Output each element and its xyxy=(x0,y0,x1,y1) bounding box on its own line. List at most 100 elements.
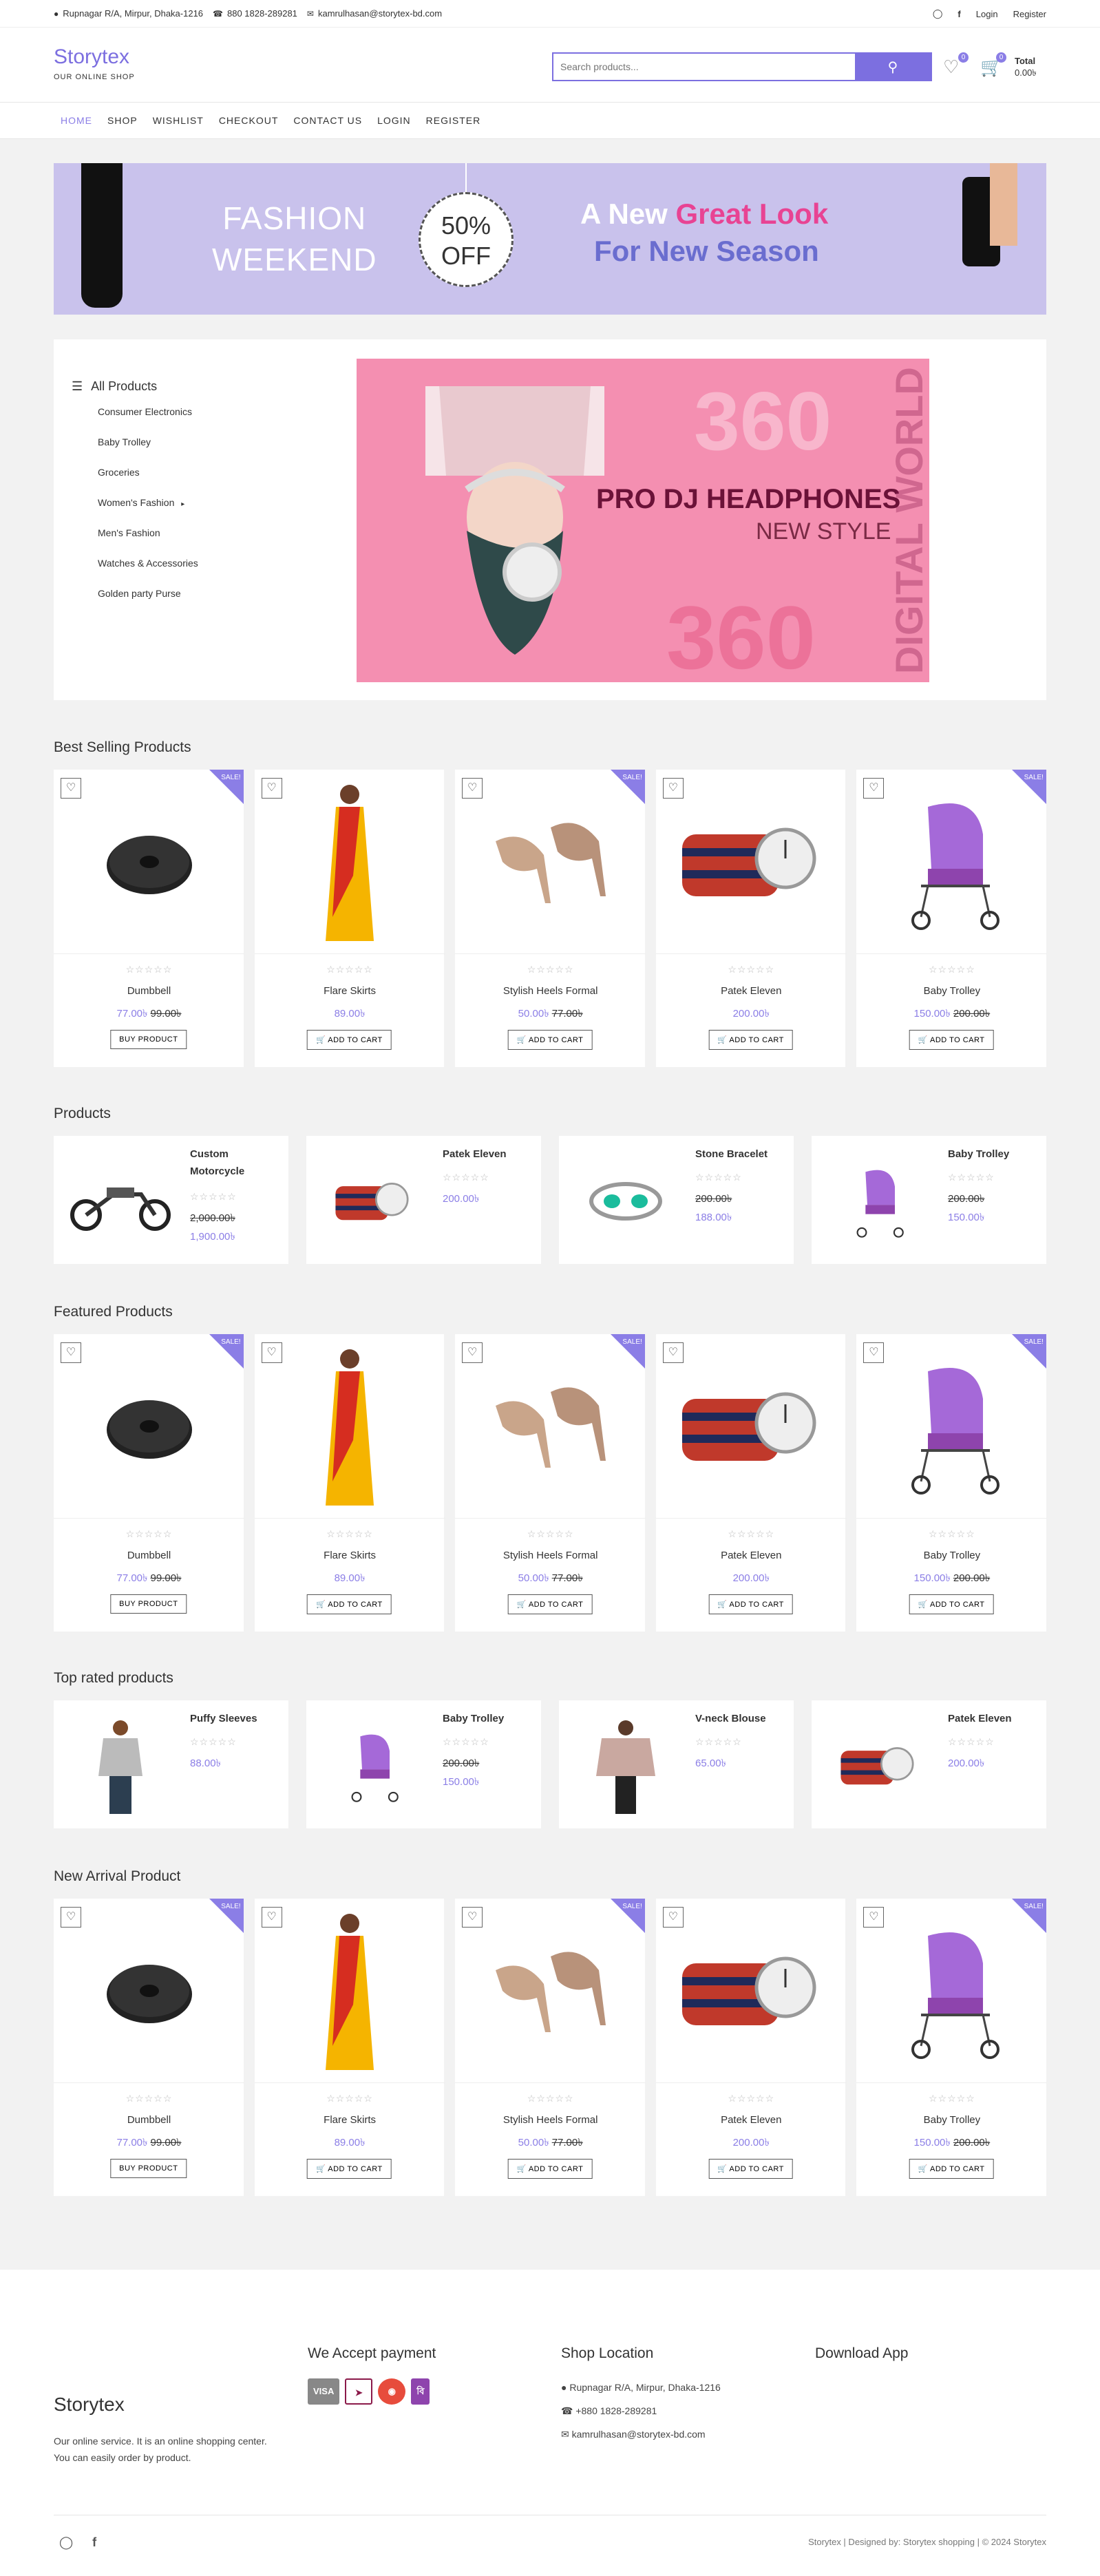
product-card[interactable]: ♡ SALE! ☆☆☆☆☆ Baby Trolley 150.00৳ 200.00৳ 🛒 A… xyxy=(856,770,1048,1067)
product-card[interactable]: ♡ SALE! ☆☆☆☆☆ Dumbbell 77.00৳ 99.00৳ BUY PRODU… xyxy=(54,1334,244,1632)
product-list-card[interactable]: Patek Eleven ☆☆☆☆☆ 200.00৳ xyxy=(812,1700,1046,1828)
wishlist-heart-icon[interactable]: ♡ xyxy=(863,1907,885,1928)
product-name[interactable]: Baby Trolley xyxy=(856,1550,1047,1561)
product-name[interactable]: Dumbbell xyxy=(54,985,244,997)
wishlist-heart-icon[interactable]: ♡ xyxy=(61,1342,81,1363)
product-name[interactable]: Patek Eleven xyxy=(443,1146,532,1163)
search-button[interactable]: ⚲ xyxy=(855,54,931,80)
product-name[interactable]: Stylish Heels Formal xyxy=(455,2114,646,2126)
product-card[interactable]: ♡ SALE! ☆☆☆☆☆ Baby Trolley 150.00৳ 200.00৳ 🛒 A… xyxy=(856,1334,1048,1632)
product-card[interactable]: ♡ SALE! ☆☆☆☆☆ Baby Trolley 150.00৳ 200.00৳ 🛒 A… xyxy=(856,1899,1048,2196)
product-name[interactable]: Patek Eleven xyxy=(656,985,847,997)
category-item[interactable]: Men's Fashion xyxy=(72,527,198,558)
product-thumbnail[interactable] xyxy=(62,1150,179,1253)
product-list-card[interactable]: Patek Eleven ☆☆☆☆☆ 200.00৳ xyxy=(306,1136,541,1264)
add-to-cart-button[interactable]: 🛒 ADD TO CART xyxy=(708,1594,793,1614)
product-name[interactable]: Baby Trolley xyxy=(948,1146,1037,1163)
product-card[interactable]: ♡ ☆☆☆☆☆ Flare Skirts 89.00৳ 🛒 ADD TO CART xyxy=(254,1334,445,1632)
product-thumbnail[interactable] xyxy=(820,1714,937,1817)
product-thumbnail[interactable] xyxy=(567,1150,684,1253)
add-to-cart-button[interactable]: 🛒 ADD TO CART xyxy=(507,1594,593,1614)
product-thumbnail[interactable] xyxy=(62,1714,179,1817)
product-card[interactable]: ♡ SALE! ☆☆☆☆☆ Stylish Heels Formal 50.00৳ 77.… xyxy=(455,1334,646,1632)
product-name[interactable]: Stone Bracelet xyxy=(695,1146,785,1163)
product-card[interactable]: ♡ SALE! ☆☆☆☆☆ Dumbbell 77.00৳ 99.00৳ BUY PRODU… xyxy=(54,770,244,1067)
location-email[interactable]: ✉ kamrulhasan@storytex-bd.com xyxy=(561,2422,721,2446)
product-name[interactable]: Stylish Heels Formal xyxy=(455,1550,646,1561)
product-name[interactable]: Puffy Sleeves xyxy=(190,1710,279,1727)
nav-contact[interactable]: CONTACT US xyxy=(293,115,362,126)
product-name[interactable]: Baby Trolley xyxy=(856,985,1047,997)
wishlist-heart-icon[interactable]: ♡ xyxy=(462,1907,483,1928)
search-input[interactable] xyxy=(553,54,855,80)
category-item[interactable]: Consumer Electronics xyxy=(72,406,198,436)
add-to-cart-button[interactable]: 🛒 ADD TO CART xyxy=(507,1030,593,1050)
product-card[interactable]: ♡ ☆☆☆☆☆ Flare Skirts 89.00৳ 🛒 ADD TO CART xyxy=(254,1899,445,2196)
product-list-card[interactable]: Baby Trolley ☆☆☆☆☆ 200.00৳ 150.00৳ xyxy=(812,1136,1046,1264)
login-link[interactable]: Login xyxy=(976,9,998,19)
add-to-cart-button[interactable]: 🛒 ADD TO CART xyxy=(909,1030,994,1050)
nav-shop[interactable]: SHOP xyxy=(107,115,138,126)
product-name[interactable]: Flare Skirts xyxy=(255,1550,445,1561)
watch-image[interactable] xyxy=(655,770,847,954)
product-card[interactable]: ♡ SALE! ☆☆☆☆☆ Stylish Heels Formal 50.00৳ 77.… xyxy=(455,770,646,1067)
language-icon[interactable]: ◯ xyxy=(933,8,943,19)
facebook-icon[interactable]: f xyxy=(958,9,960,19)
add-to-cart-button[interactable]: 🛒 ADD TO CART xyxy=(507,2159,593,2179)
product-name[interactable]: Baby Trolley xyxy=(856,2114,1047,2126)
product-name[interactable]: Dumbbell xyxy=(54,2114,244,2126)
buy-product-button[interactable]: BUY PRODUCT xyxy=(110,2159,187,2178)
watch-image[interactable] xyxy=(655,1899,847,2083)
nav-wishlist[interactable]: WISHLIST xyxy=(153,115,204,126)
cart-total[interactable]: Total 0.00৳ xyxy=(1015,55,1037,78)
product-name[interactable]: Patek Eleven xyxy=(656,2114,847,2126)
wishlist-icon[interactable]: ♡ xyxy=(943,56,959,78)
saree-image[interactable] xyxy=(254,770,445,954)
wishlist-heart-icon[interactable]: ♡ xyxy=(61,1907,81,1928)
wishlist-heart-icon[interactable]: ♡ xyxy=(662,778,684,799)
product-name[interactable]: Stylish Heels Formal xyxy=(455,985,646,997)
category-item[interactable]: Women's Fashion ▸ xyxy=(72,497,198,527)
product-thumbnail[interactable] xyxy=(315,1150,432,1253)
product-thumbnail[interactable] xyxy=(820,1150,937,1253)
buy-product-button[interactable]: BUY PRODUCT xyxy=(110,1594,187,1614)
product-card[interactable]: ♡ ☆☆☆☆☆ Patek Eleven 200.00৳ 🛒 ADD TO CART xyxy=(655,1334,847,1632)
watch-image[interactable] xyxy=(655,1334,847,1519)
facebook-icon[interactable]: f xyxy=(92,2535,96,2550)
product-card[interactable]: ♡ SALE! ☆☆☆☆☆ Dumbbell 77.00৳ 99.00৳ BUY PRODU… xyxy=(54,1899,244,2196)
wishlist-heart-icon[interactable]: ♡ xyxy=(462,778,483,799)
nav-checkout[interactable]: CHECKOUT xyxy=(219,115,279,126)
category-item[interactable]: Golden party Purse xyxy=(72,588,198,618)
category-header[interactable]: ☰ All Products xyxy=(72,379,198,394)
product-name[interactable]: Custom Motorcycle xyxy=(190,1146,279,1180)
promo-banner[interactable]: FASHION WEEKEND 50% OFF A New Great Look F… xyxy=(54,163,1046,315)
product-card[interactable]: ♡ ☆☆☆☆☆ Flare Skirts 89.00৳ 🛒 ADD TO CART xyxy=(254,770,445,1067)
product-name[interactable]: Flare Skirts xyxy=(255,985,445,997)
product-name[interactable]: Patek Eleven xyxy=(656,1550,847,1561)
nav-register[interactable]: REGISTER xyxy=(426,115,481,126)
product-list-card[interactable]: V-neck Blouse ☆☆☆☆☆ 65.00৳ xyxy=(559,1700,794,1828)
logo[interactable]: Storytex xyxy=(54,45,129,69)
product-name[interactable]: Baby Trolley xyxy=(443,1710,532,1727)
product-name[interactable]: V-neck Blouse xyxy=(695,1710,785,1727)
nav-home[interactable]: HOME xyxy=(61,115,92,126)
product-name[interactable]: Dumbbell xyxy=(54,1550,244,1561)
product-card[interactable]: ♡ SALE! ☆☆☆☆☆ Stylish Heels Formal 50.00৳ 77.… xyxy=(455,1899,646,2196)
add-to-cart-button[interactable]: 🛒 ADD TO CART xyxy=(708,1030,793,1050)
product-name[interactable]: Patek Eleven xyxy=(948,1710,1037,1727)
add-to-cart-button[interactable]: 🛒 ADD TO CART xyxy=(909,1594,994,1614)
wishlist-heart-icon[interactable]: ♡ xyxy=(261,778,282,799)
product-list-card[interactable]: Custom Motorcycle ☆☆☆☆☆ 2,000.00৳ 1,900.00৳ xyxy=(54,1136,288,1264)
nav-login[interactable]: LOGIN xyxy=(377,115,411,126)
add-to-cart-button[interactable]: 🛒 ADD TO CART xyxy=(909,2159,994,2179)
product-list-card[interactable]: Stone Bracelet ☆☆☆☆☆ 200.00৳ 188.00৳ xyxy=(559,1136,794,1264)
saree-image[interactable] xyxy=(254,1899,445,2083)
category-item[interactable]: Groceries xyxy=(72,467,198,497)
wishlist-heart-icon[interactable]: ♡ xyxy=(61,778,81,799)
wishlist-heart-icon[interactable]: ♡ xyxy=(261,1907,282,1928)
buy-product-button[interactable]: BUY PRODUCT xyxy=(110,1030,187,1049)
product-card[interactable]: ♡ ☆☆☆☆☆ Patek Eleven 200.00৳ 🛒 ADD TO CART xyxy=(655,1899,847,2196)
wishlist-heart-icon[interactable]: ♡ xyxy=(462,1342,483,1363)
product-thumbnail[interactable] xyxy=(567,1714,684,1817)
wishlist-heart-icon[interactable]: ♡ xyxy=(863,778,885,799)
